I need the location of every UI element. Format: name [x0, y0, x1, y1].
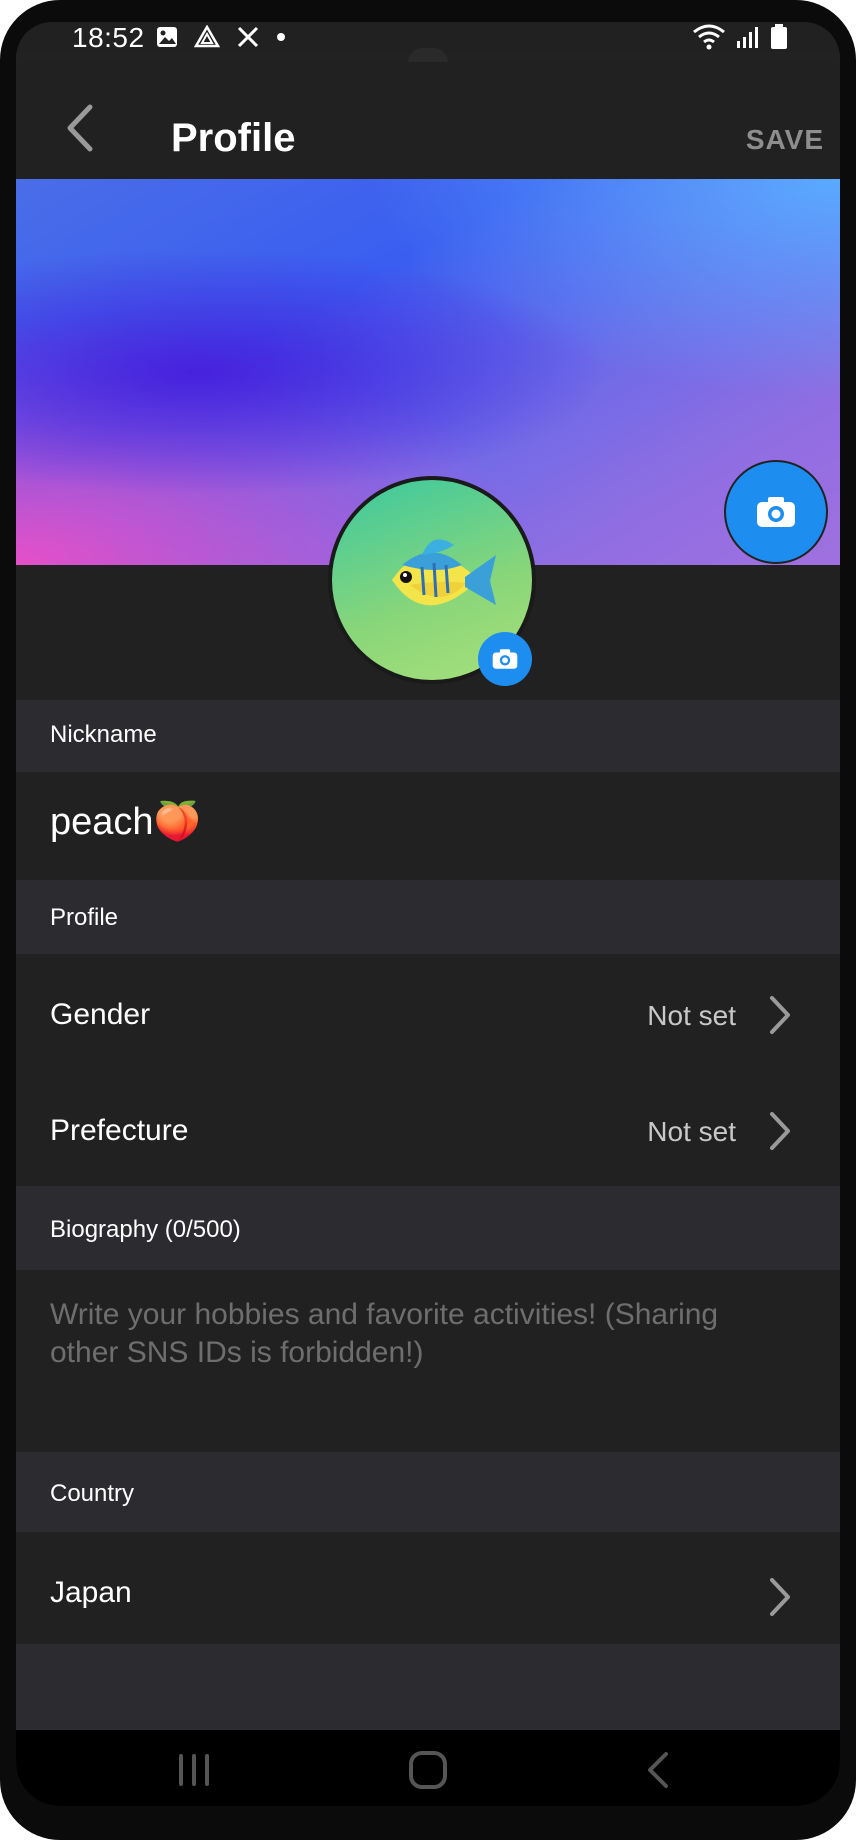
status-time: 18:52	[72, 22, 145, 53]
recents-button[interactable]	[170, 1748, 218, 1792]
chevron-left-icon	[67, 104, 93, 152]
nav-back-button[interactable]	[634, 1748, 682, 1792]
home-icon	[409, 1751, 447, 1789]
country-section-header: Country	[16, 1452, 840, 1532]
country-header-label: Country	[50, 1480, 135, 1507]
save-button[interactable]: SAVE	[746, 124, 824, 156]
screen: 18:52 Profile SAVE Nickname peach🍑 Profi…	[16, 22, 840, 1806]
x-icon	[237, 26, 259, 48]
tropical-fish-icon	[392, 539, 496, 606]
nickname-value: peach🍑	[50, 801, 201, 843]
country-row[interactable]: Japan	[16, 1532, 840, 1644]
chevron-right-icon	[770, 1112, 790, 1150]
cover-camera-button[interactable]	[724, 460, 828, 564]
gender-row[interactable]: Gender Not set	[16, 954, 840, 1070]
wifi-icon	[693, 24, 725, 50]
status-left-icons	[156, 25, 286, 49]
camera-icon	[492, 649, 518, 669]
gender-value: Not set	[647, 1000, 736, 1031]
camera-icon	[757, 497, 795, 527]
battery-icon	[771, 24, 787, 49]
page-title: Profile	[171, 116, 296, 160]
biography-header-label: Biography (0/500)	[50, 1216, 241, 1243]
gender-label: Gender	[50, 998, 151, 1031]
chevron-right-icon	[770, 996, 790, 1034]
nickname-header-label: Nickname	[50, 721, 157, 748]
back-button[interactable]	[52, 100, 108, 156]
biography-section-header: Biography (0/500)	[16, 1186, 840, 1270]
system-nav-bar	[16, 1730, 840, 1806]
camera-notch	[408, 48, 448, 62]
home-button[interactable]	[404, 1748, 452, 1792]
dot-icon	[277, 33, 285, 41]
prefecture-label: Prefecture	[50, 1114, 189, 1147]
profile-section-header: Profile	[16, 880, 840, 954]
biography-input[interactable]: Write your hobbies and favorite activiti…	[16, 1270, 840, 1452]
prefecture-value: Not set	[647, 1116, 736, 1147]
chevron-right-icon	[770, 1578, 790, 1616]
country-value: Japan	[50, 1576, 132, 1609]
nickname-section-header: Nickname	[16, 700, 840, 772]
avatar-camera-button[interactable]	[478, 632, 532, 686]
prefecture-row[interactable]: Prefecture Not set	[16, 1070, 840, 1186]
status-right-icons	[692, 24, 788, 50]
biography-placeholder: Write your hobbies and favorite activiti…	[50, 1298, 719, 1369]
profile-header-label: Profile	[50, 904, 119, 931]
signal-icon	[737, 27, 758, 48]
image-icon	[157, 27, 177, 47]
nickname-field[interactable]: peach🍑	[16, 772, 840, 880]
recents-icon	[179, 1754, 209, 1786]
device-frame: 18:52 Profile SAVE Nickname peach🍑 Profi…	[0, 0, 856, 1840]
drive-icon	[194, 25, 220, 48]
back-icon	[648, 1752, 668, 1788]
